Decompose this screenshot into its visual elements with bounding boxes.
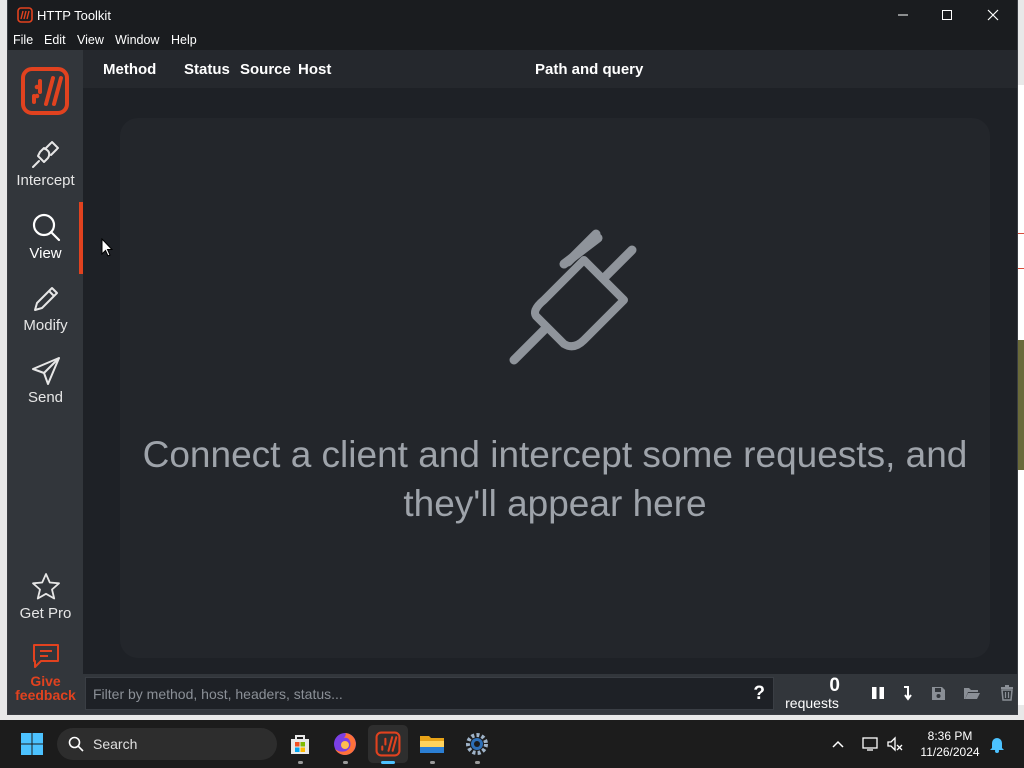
firefox-icon <box>334 733 356 755</box>
menu-help[interactable]: Help <box>171 33 197 47</box>
sidebar: Intercept View Modify Send Get Pro Give … <box>8 50 83 714</box>
open-folder-button[interactable] <box>961 682 983 704</box>
search-label: Search <box>93 736 138 752</box>
star-icon <box>31 573 60 600</box>
httptoolkit-logo[interactable] <box>20 66 70 116</box>
filter-placeholder: Filter by method, host, headers, status.… <box>93 686 343 702</box>
app-logo-icon <box>17 7 33 23</box>
maximize-button[interactable] <box>924 0 970 30</box>
sidebar-item-label: Give feedback <box>15 673 76 703</box>
file-explorer-icon <box>420 736 444 753</box>
column-method[interactable]: Method <box>103 61 156 78</box>
running-indicator <box>430 761 435 764</box>
sidebar-item-modify[interactable]: Modify <box>8 283 83 351</box>
volume-muted-icon <box>887 736 903 752</box>
menu-file[interactable]: File <box>13 33 33 47</box>
sidebar-item-intercept[interactable]: Intercept <box>8 138 83 206</box>
trash-icon <box>1001 685 1013 701</box>
start-button[interactable] <box>16 728 48 760</box>
request-count-label: requests <box>785 695 839 711</box>
plug-icon <box>31 141 59 168</box>
sidebar-item-label: Intercept <box>16 172 75 189</box>
column-source[interactable]: Source <box>240 61 291 78</box>
pause-icon <box>872 687 884 699</box>
close-icon <box>987 9 999 21</box>
window-title: HTTP Toolkit <box>37 8 111 23</box>
request-list: Connect a client and intercept some requ… <box>83 88 1017 674</box>
maximize-icon <box>942 10 952 20</box>
menu-view[interactable]: View <box>77 33 104 47</box>
chevron-up-icon <box>832 740 844 748</box>
taskbar: Search 8:36 PM 11/26/2024 <box>0 720 1024 768</box>
sidebar-item-label: Get Pro <box>19 605 72 622</box>
microsoft-store-icon <box>291 735 309 754</box>
column-host[interactable]: Host <box>298 61 331 78</box>
sidebar-item-label: Modify <box>23 317 68 334</box>
sidebar-item-send[interactable]: Send <box>8 355 83 423</box>
footer-toolbar: Filter by method, host, headers, status.… <box>83 674 1017 714</box>
plug-icon <box>509 229 637 365</box>
save-button[interactable] <box>927 682 949 704</box>
open-folder-icon <box>964 688 980 699</box>
save-icon <box>931 686 945 700</box>
pencil-icon <box>33 287 58 311</box>
scroll-to-end-button[interactable] <box>897 682 919 704</box>
minimize-button[interactable] <box>880 0 926 30</box>
mouse-cursor-icon <box>101 238 113 257</box>
column-status[interactable]: Status <box>184 61 230 78</box>
taskbar-search[interactable]: Search <box>57 728 277 760</box>
network-icon <box>862 737 878 751</box>
pause-button[interactable] <box>867 682 889 704</box>
menu-window[interactable]: Window <box>115 33 159 47</box>
sidebar-item-get-pro[interactable]: Get Pro <box>8 571 83 639</box>
volume-status-button[interactable] <box>880 728 910 760</box>
active-indicator <box>381 761 395 764</box>
menu-edit[interactable]: Edit <box>44 33 66 47</box>
close-button[interactable] <box>970 0 1016 30</box>
taskbar-app-firefox[interactable] <box>329 728 361 760</box>
sidebar-item-label: Send <box>27 389 64 406</box>
clock-date: 11/26/2024 <box>920 745 980 759</box>
taskbar-app-httptoolkit[interactable] <box>368 725 408 763</box>
minimize-icon <box>898 14 908 16</box>
taskbar-app-file-explorer[interactable] <box>416 728 448 760</box>
show-hidden-icons-button[interactable] <box>822 728 854 760</box>
search-icon <box>68 736 84 752</box>
filter-input[interactable]: Filter by method, host, headers, status.… <box>85 677 774 710</box>
taskbar-app-store[interactable] <box>284 728 316 760</box>
sidebar-item-label: View <box>29 245 62 262</box>
clear-button[interactable] <box>996 682 1018 704</box>
running-indicator <box>343 761 348 764</box>
sidebar-item-view[interactable]: View <box>8 211 83 279</box>
app-window: HTTP Toolkit File Edit View Window Help … <box>8 0 1017 714</box>
empty-state: Connect a client and intercept some requ… <box>120 118 990 658</box>
settings-icon <box>466 733 488 755</box>
sidebar-item-feedback[interactable]: Give feedback <box>8 642 83 710</box>
httptoolkit-icon <box>375 731 401 757</box>
empty-state-message: Connect a client and intercept some requ… <box>142 434 968 524</box>
taskbar-app-settings[interactable] <box>461 728 493 760</box>
notifications-button[interactable] <box>984 728 1010 760</box>
bell-icon <box>990 738 1004 753</box>
request-count: 0 <box>829 675 840 696</box>
running-indicator <box>298 761 303 764</box>
search-icon <box>32 213 60 242</box>
request-counter: 0 requests <box>781 675 843 711</box>
system-clock[interactable]: 8:36 PM 11/26/2024 <box>912 728 988 760</box>
menu-bar: File Edit View Window Help <box>8 30 1017 50</box>
running-indicator <box>475 761 480 764</box>
clock-time: 8:36 PM <box>927 729 973 743</box>
scroll-to-end-icon <box>904 686 912 701</box>
send-icon <box>31 357 60 385</box>
table-header: Method Status Source Host Path and query <box>83 50 1017 88</box>
start-icon <box>21 733 43 755</box>
column-path-and-query[interactable]: Path and query <box>535 61 643 78</box>
filter-help-button[interactable]: ? <box>753 683 765 705</box>
feedback-icon <box>32 644 59 668</box>
title-bar[interactable]: HTTP Toolkit <box>8 0 1017 30</box>
